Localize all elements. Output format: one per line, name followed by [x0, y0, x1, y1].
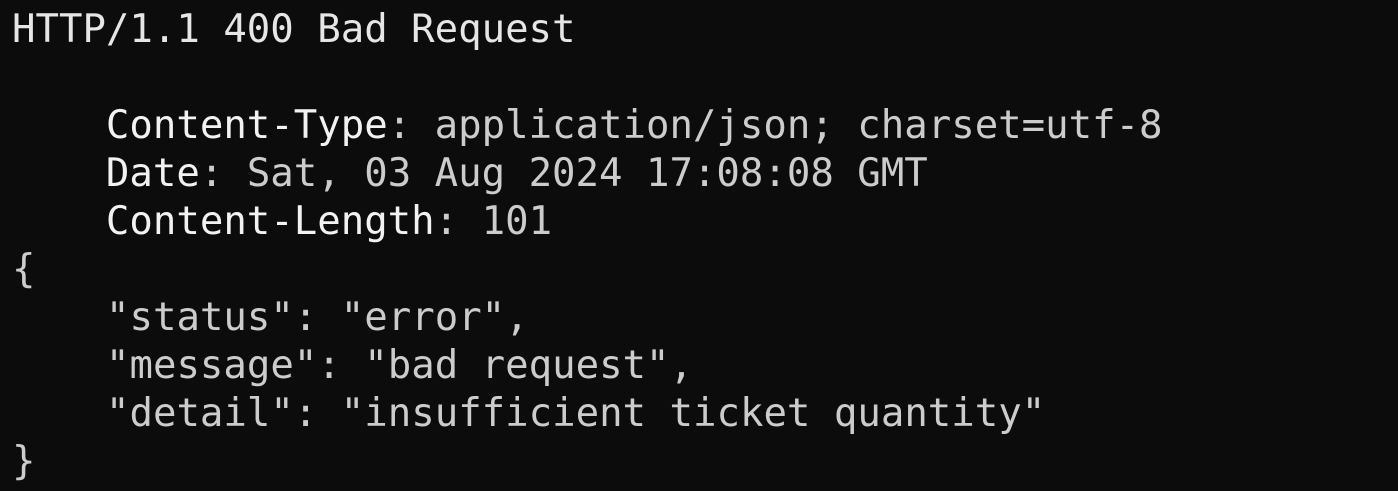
header-separator: : — [434, 199, 482, 244]
json-line-text: "message": "bad request", — [106, 343, 693, 388]
json-line-text: "status": "error", — [106, 295, 529, 340]
header-value: 101 — [481, 199, 553, 244]
json-line-status: "status": "error", — [12, 294, 529, 342]
http-status-line: HTTP/1.1 400 Bad Request — [12, 7, 576, 52]
header-content-type: Content-Type: application/json; charset=… — [12, 54, 1163, 148]
json-line-message: "message": "bad request", — [12, 342, 693, 390]
header-name: Content-Length — [105, 199, 435, 244]
terminal-window[interactable]: HTTP/1.1 400 Bad Request Content-Type: a… — [0, 0, 1398, 491]
json-close-brace: } — [12, 439, 36, 484]
json-open-brace: { — [12, 247, 36, 292]
header-content-length: Content-Length: 101 — [12, 150, 552, 244]
json-line-text: "detail": "insufficient ticket quantity" — [106, 391, 1046, 436]
header-date: Date: Sat, 03 Aug 2024 17:08:08 GMT — [12, 102, 928, 196]
json-line-detail: "detail": "insufficient ticket quantity" — [12, 390, 1045, 438]
